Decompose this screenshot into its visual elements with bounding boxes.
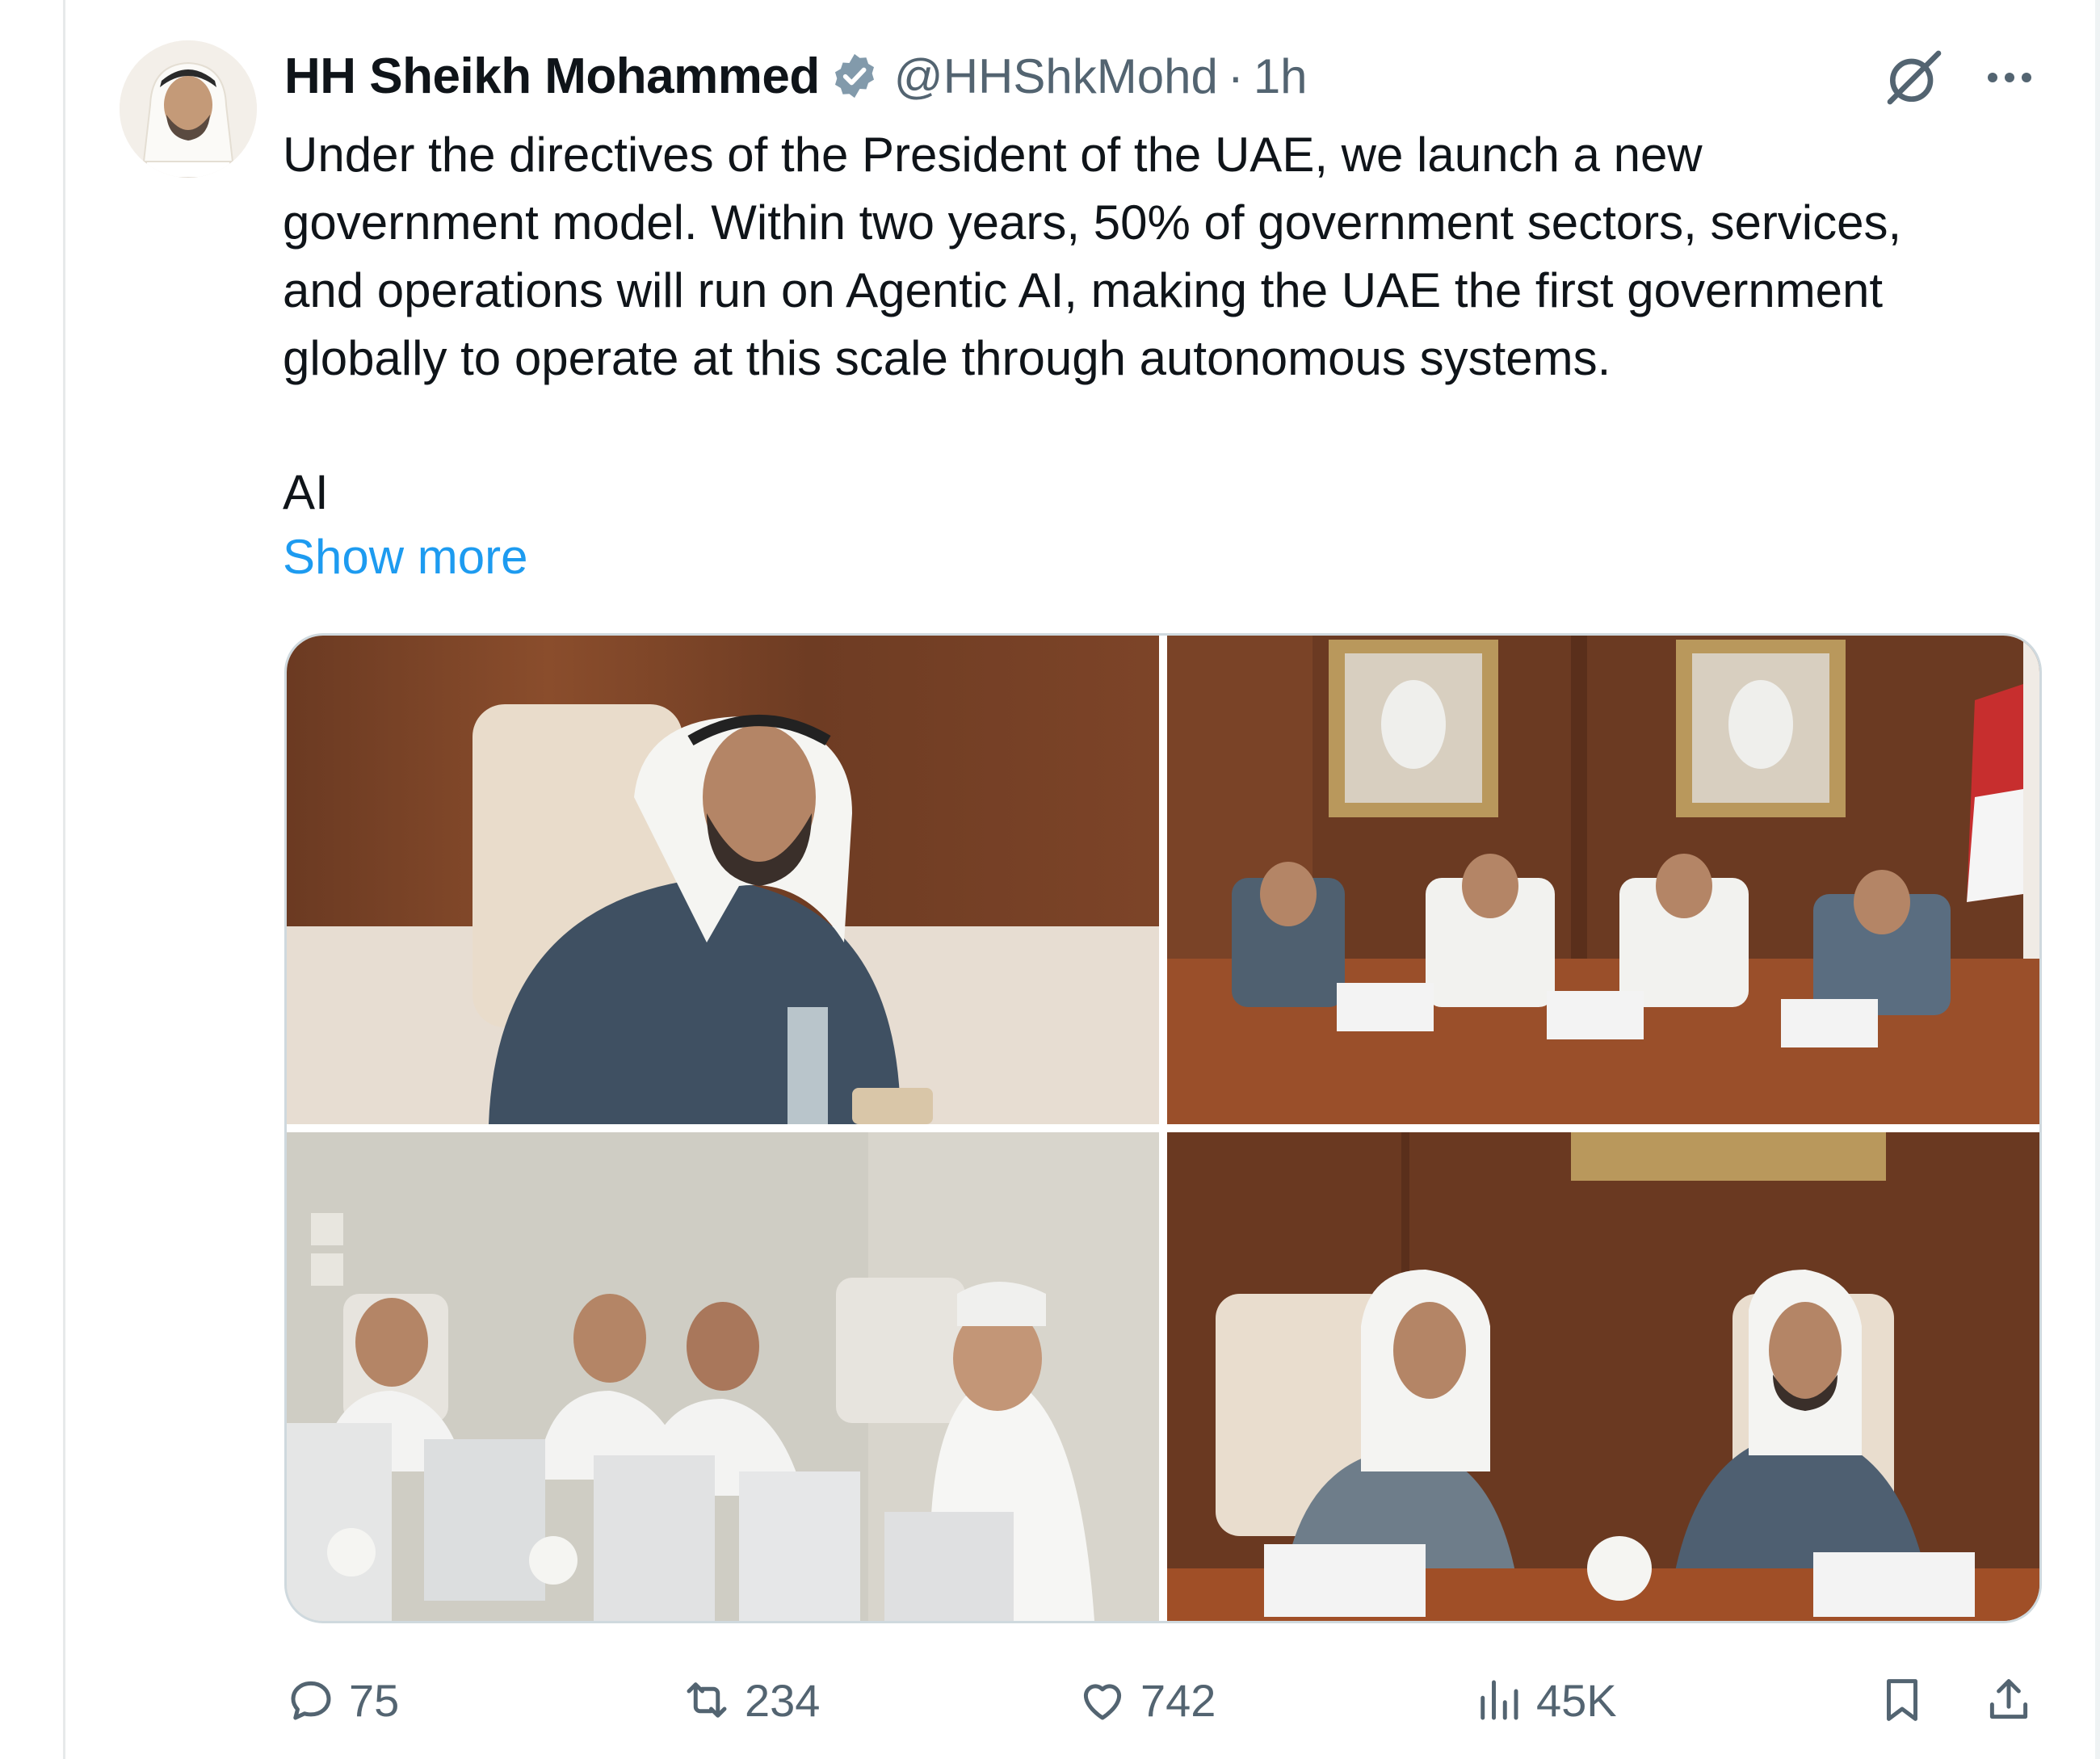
- media-grid: [284, 633, 2042, 1623]
- post-page: HH Sheikh Mohammed @HHShkMohd · 1h Under…: [0, 0, 2100, 1759]
- author-handle[interactable]: @HHShkMohd: [894, 48, 1218, 104]
- heart-icon: [1076, 1673, 1129, 1727]
- verified-badge-icon[interactable]: [830, 51, 880, 101]
- author-display-name[interactable]: HH Sheikh Mohammed: [284, 48, 820, 105]
- photo-1[interactable]: [287, 636, 1159, 1124]
- repost-button[interactable]: 234: [680, 1664, 820, 1736]
- post-header: HH Sheikh Mohammed @HHShkMohd · 1h: [284, 42, 1308, 110]
- photo-2[interactable]: [1167, 636, 2039, 1124]
- separator-dot: ·: [1227, 48, 1244, 103]
- views-button[interactable]: 45K: [1472, 1664, 1617, 1736]
- photo-4[interactable]: [1167, 1132, 2039, 1621]
- reply-icon: [284, 1673, 338, 1727]
- bookmark-icon: [1875, 1673, 1929, 1727]
- grok-icon[interactable]: [1882, 45, 1947, 110]
- views-chart-icon: [1472, 1673, 1525, 1727]
- share-icon: [1982, 1673, 2035, 1727]
- avatar-image: [120, 40, 257, 178]
- post-timestamp[interactable]: 1h: [1254, 48, 1308, 104]
- author-avatar[interactable]: [120, 40, 257, 178]
- bookmark-button[interactable]: [1875, 1664, 1929, 1736]
- views-count: 45K: [1536, 1674, 1617, 1726]
- show-more-link[interactable]: Show more: [283, 523, 527, 591]
- timeline-border-right: [2095, 0, 2100, 1759]
- like-count: 742: [1140, 1674, 1216, 1726]
- reply-count: 75: [349, 1674, 400, 1726]
- photo-3[interactable]: [287, 1132, 1159, 1621]
- reply-button[interactable]: 75: [284, 1664, 399, 1736]
- like-button[interactable]: 742: [1076, 1664, 1216, 1736]
- timeline-border: [63, 0, 65, 1759]
- share-button[interactable]: [1982, 1664, 2035, 1736]
- more-options-icon[interactable]: [1980, 48, 2039, 107]
- action-bar: 75 234 742 45K: [284, 1664, 2045, 1736]
- post-text: Under the directives of the President of…: [283, 128, 1902, 385]
- repost-icon: [680, 1673, 733, 1727]
- repost-count: 234: [745, 1674, 821, 1726]
- post-text-continued: AI: [283, 465, 329, 519]
